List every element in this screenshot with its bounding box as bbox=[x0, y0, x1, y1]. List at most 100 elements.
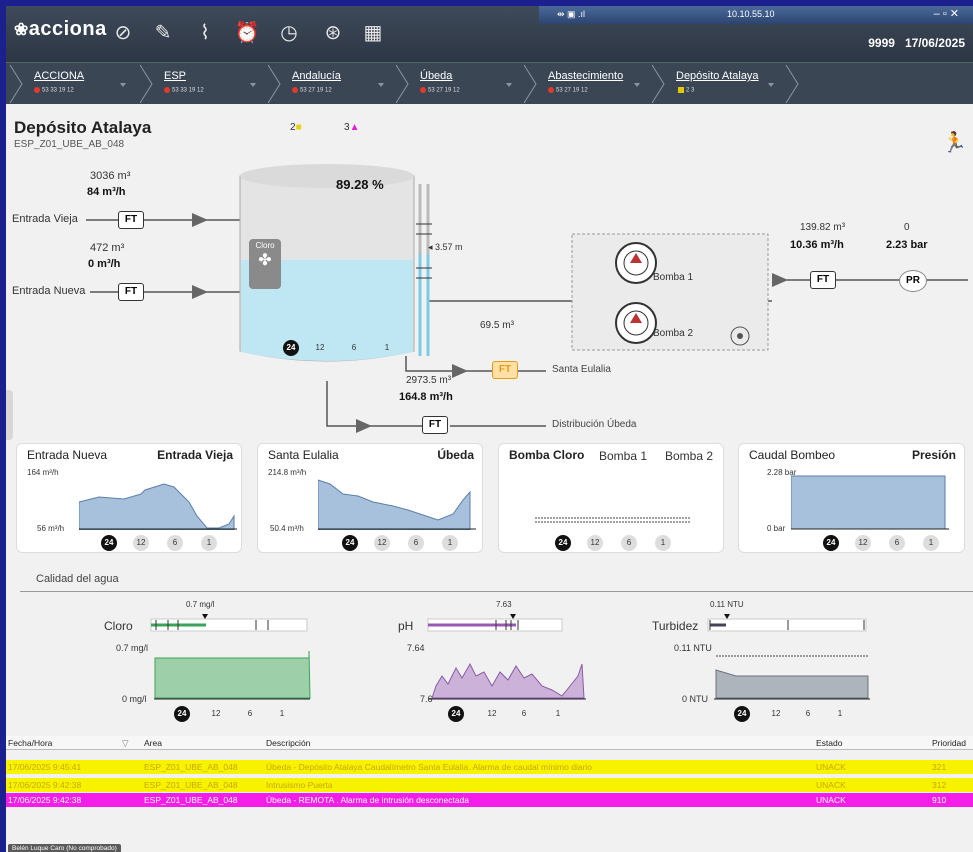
alarm-bell-icon[interactable]: ⏰ bbox=[234, 20, 260, 46]
col-prioridad[interactable]: Prioridad bbox=[932, 736, 966, 750]
card3-range-12[interactable]: 12 bbox=[587, 535, 603, 551]
tank-range-24[interactable]: 24 bbox=[283, 340, 299, 356]
card4-range-6[interactable]: 6 bbox=[889, 535, 905, 551]
card-title-bomba-2[interactable]: Bomba 2 bbox=[665, 449, 713, 463]
trend-card-bombas[interactable]: Bomba Cloro Bomba 1 Bomba 2 24 12 6 1 bbox=[498, 443, 724, 553]
pressure-value: 2.23 bar bbox=[886, 239, 928, 251]
pump-2-icon[interactable] bbox=[615, 302, 657, 344]
cloro-range-24[interactable]: 24 bbox=[174, 706, 190, 722]
col-area[interactable]: Area bbox=[144, 736, 162, 750]
distribucion-volume: 2973.5 m³ bbox=[406, 375, 452, 386]
row-priority: 312 bbox=[932, 780, 947, 790]
cloro-label: Cloro bbox=[255, 241, 275, 250]
breadcrumb: ACCIONA 53 33 19 12 ESP 53 33 19 12 Andalu… bbox=[6, 62, 973, 104]
card4-range-24[interactable]: 24 bbox=[823, 535, 839, 551]
card1-range-1[interactable]: 1 bbox=[201, 535, 217, 551]
card-title-entrada-vieja[interactable]: Entrada Vieja bbox=[157, 448, 233, 462]
trend-santa-eulalia-area bbox=[318, 479, 476, 530]
col-estado[interactable]: Estado bbox=[816, 736, 842, 750]
col-descripcion[interactable]: Descripción bbox=[266, 736, 310, 750]
ft-entrada-vieja[interactable]: FT bbox=[118, 211, 144, 229]
pump-1-icon[interactable] bbox=[615, 242, 657, 284]
report-clock-icon[interactable]: ◷ bbox=[276, 20, 302, 46]
app-window: ❀acciona ⊘ ✎ ⌇ ⏰ ◷ ⊛ ▦ ⇹ ▣ .ıl 10.10.55.… bbox=[6, 6, 973, 852]
cloro-dosing-unit[interactable]: Cloro ✤ bbox=[249, 239, 281, 289]
table-row[interactable]: 17/06/2025 9:42:38 ESP_Z01_UBE_AB_048 Úb… bbox=[6, 793, 973, 807]
card-title-santa-eulalia[interactable]: Santa Eulalia bbox=[268, 448, 339, 462]
card-title-ubeda[interactable]: Úbeda bbox=[437, 448, 474, 462]
card1-range-12[interactable]: 12 bbox=[133, 535, 149, 551]
card-title-caudal-bombeo[interactable]: Caudal Bombeo bbox=[749, 448, 835, 462]
ft-out[interactable]: FT bbox=[810, 271, 836, 289]
antenna-icon[interactable]: ⊛ bbox=[320, 20, 346, 46]
trend-bombeo-area bbox=[791, 475, 949, 530]
user-badge[interactable]: Belén Luque Caro (No comprobado) bbox=[8, 844, 121, 852]
ph-range-12[interactable]: 12 bbox=[484, 706, 500, 722]
quality-gauges bbox=[150, 614, 870, 700]
card-title-presion[interactable]: Presión bbox=[912, 448, 956, 462]
compass-icon[interactable]: ⊘ bbox=[110, 20, 136, 46]
side-panel-handle[interactable] bbox=[6, 390, 13, 440]
card2-range-12[interactable]: 12 bbox=[374, 535, 390, 551]
table-row[interactable]: 17/06/2025 9:42:38 ESP_Z01_UBE_AB_048 In… bbox=[6, 778, 973, 792]
trend-card-santa-eulalia[interactable]: Santa Eulalia Úbeda 214.8 m³/h 50.4 m³/h… bbox=[257, 443, 483, 553]
card-title-bomba-1[interactable]: Bomba 1 bbox=[599, 449, 647, 463]
pressure-sensor[interactable]: PR bbox=[899, 270, 927, 292]
trend-card-entradas[interactable]: Entrada Nueva Entrada Vieja 164 m³/h 56 … bbox=[16, 443, 242, 553]
tank-range-1[interactable]: 1 bbox=[379, 340, 395, 356]
ft-distribucion[interactable]: FT bbox=[422, 416, 448, 434]
turbidez-range-12[interactable]: 12 bbox=[768, 706, 784, 722]
card-ymax: 214.8 m³/h bbox=[268, 468, 307, 477]
santa-eulalia-label: Santa Eulalia bbox=[552, 364, 611, 375]
card2-range-1[interactable]: 1 bbox=[442, 535, 458, 551]
card3-range-1[interactable]: 1 bbox=[655, 535, 671, 551]
trend-chart-icon[interactable]: ⌇ bbox=[192, 20, 218, 46]
card3-range-6[interactable]: 6 bbox=[621, 535, 637, 551]
row-description: Úbeda - REMOTA . Alarma de intrusión des… bbox=[266, 795, 469, 805]
trend-card-bombeo[interactable]: Caudal Bombeo Presión 2.28 bar 0 bar 24 … bbox=[738, 443, 965, 553]
edit-list-icon[interactable]: ✎ bbox=[150, 20, 176, 46]
card-title-bomba-cloro[interactable]: Bomba Cloro bbox=[509, 448, 584, 462]
intrusion-runner-icon[interactable]: 🏃 bbox=[942, 130, 967, 155]
distribucion-label: Distribución Úbeda bbox=[552, 419, 637, 430]
trend-bombas-lines bbox=[535, 517, 690, 523]
ft-entrada-nueva[interactable]: FT bbox=[118, 283, 144, 301]
dashboard-icon[interactable]: ▦ bbox=[360, 20, 386, 46]
ip-address: 10.10.55.10 bbox=[727, 9, 775, 19]
entrada-vieja-label: Entrada Vieja bbox=[12, 213, 78, 225]
row-description: Úbeda - Depósito Atalaya Caudalímetro Sa… bbox=[266, 762, 593, 772]
ph-range-1[interactable]: 1 bbox=[550, 706, 566, 722]
turbidez-range-24[interactable]: 24 bbox=[734, 706, 750, 722]
card1-range-24[interactable]: 24 bbox=[101, 535, 117, 551]
card4-range-1[interactable]: 1 bbox=[923, 535, 939, 551]
col-fecha-hora[interactable]: Fecha/Hora bbox=[8, 736, 52, 750]
turbidez-range-6[interactable]: 6 bbox=[800, 706, 816, 722]
card2-range-6[interactable]: 6 bbox=[408, 535, 424, 551]
alarm-count-yellow[interactable]: 2■ bbox=[290, 122, 302, 133]
entrada-nueva-volume: 472 m³ bbox=[90, 242, 125, 254]
card-title-entrada-nueva[interactable]: Entrada Nueva bbox=[27, 448, 107, 462]
alarm-count-magenta[interactable]: 3▲ bbox=[344, 122, 359, 133]
tank-range-6[interactable]: 6 bbox=[346, 340, 362, 356]
card4-range-12[interactable]: 12 bbox=[855, 535, 871, 551]
sort-icon[interactable]: ▽ bbox=[122, 736, 129, 750]
cloro-range-6[interactable]: 6 bbox=[242, 706, 258, 722]
card1-range-6[interactable]: 6 bbox=[167, 535, 183, 551]
user-date: 9999 17/06/2025 bbox=[868, 36, 965, 50]
cloro-range-12[interactable]: 12 bbox=[208, 706, 224, 722]
table-row[interactable]: 17/06/2025 9:45:41 ESP_Z01_UBE_AB_048 Úb… bbox=[6, 760, 973, 774]
tank-range-12[interactable]: 12 bbox=[312, 340, 328, 356]
ph-range-24[interactable]: 24 bbox=[448, 706, 464, 722]
cloro-range-1[interactable]: 1 bbox=[274, 706, 290, 722]
card3-range-24[interactable]: 24 bbox=[555, 535, 571, 551]
trend-entradas-area bbox=[79, 483, 237, 530]
ft-santa-eulalia[interactable]: FT bbox=[492, 361, 518, 379]
out-volume: 139.82 m³ bbox=[800, 222, 846, 233]
row-priority: 910 bbox=[932, 795, 947, 805]
card2-range-24[interactable]: 24 bbox=[342, 535, 358, 551]
turbidez-range-1[interactable]: 1 bbox=[832, 706, 848, 722]
window-controls-icon[interactable]: – ▫ ✕ bbox=[934, 7, 959, 20]
row-date: 17/06/2025 9:42:38 bbox=[8, 795, 82, 805]
ph-range-6[interactable]: 6 bbox=[516, 706, 532, 722]
card-ymax: 164 m³/h bbox=[27, 468, 59, 477]
